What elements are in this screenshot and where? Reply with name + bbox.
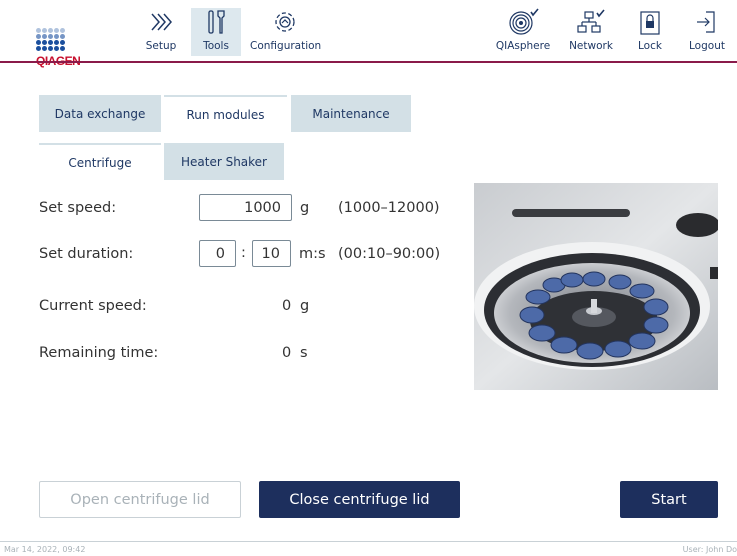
footer-user: User: John Do: [682, 545, 737, 554]
tab-data-exchange[interactable]: Data exchange: [39, 95, 161, 132]
setup-icon: [151, 13, 172, 31]
header-divider: [0, 61, 737, 63]
remaining-time-label: Remaining time:: [39, 345, 159, 361]
tab-maintenance[interactable]: Maintenance: [291, 95, 411, 132]
start-button[interactable]: Start: [620, 481, 718, 518]
tools-button[interactable]: Tools: [191, 8, 241, 56]
setup-label: Setup: [145, 40, 177, 52]
network-icon: [577, 9, 605, 33]
logout-icon: [697, 11, 715, 33]
tools-label: Tools: [203, 40, 229, 52]
qiagen-logo: QIAGEN: [22, 12, 81, 68]
set-speed-unit: g: [300, 200, 310, 216]
duration-unit: m:s: [299, 246, 326, 262]
subtab-centrifuge[interactable]: Centrifuge: [39, 143, 161, 180]
duration-minutes-input[interactable]: 0: [199, 240, 236, 267]
set-speed-input[interactable]: 1000: [199, 194, 292, 221]
tools-icon: [208, 10, 225, 34]
current-speed-value: 0: [282, 298, 292, 314]
qiasphere-label: QIAsphere: [495, 40, 551, 52]
centrifuge-image: [474, 183, 718, 390]
lock-label: Lock: [638, 40, 662, 52]
set-speed-range: (1000–12000): [338, 200, 440, 216]
set-duration-label: Set duration:: [39, 246, 134, 262]
remaining-time-unit: s: [300, 345, 308, 361]
configuration-button[interactable]: Configuration: [250, 8, 322, 56]
current-speed-unit: g: [300, 298, 310, 314]
network-button[interactable]: Network: [566, 8, 616, 56]
duration-seconds-input[interactable]: 10: [252, 240, 291, 267]
logo-dots-icon: [36, 28, 72, 52]
duration-separator: :: [241, 245, 246, 261]
top-bar: QIAGEN Setup Tools Configuration: [0, 0, 737, 68]
lock-icon: [640, 11, 660, 35]
configuration-label: Configuration: [250, 40, 322, 52]
logout-label: Logout: [689, 40, 725, 52]
qiasphere-button[interactable]: QIAsphere: [494, 8, 552, 56]
footer-divider: [0, 541, 737, 542]
current-speed-label: Current speed:: [39, 298, 147, 314]
set-speed-label: Set speed:: [39, 200, 117, 216]
footer-timestamp: Mar 14, 2022, 09:42: [4, 545, 86, 554]
tab-run-modules[interactable]: Run modules: [164, 95, 287, 132]
close-centrifuge-lid-button[interactable]: Close centrifuge lid: [259, 481, 460, 518]
setup-button[interactable]: Setup: [140, 8, 182, 56]
remaining-time-value: 0: [282, 345, 292, 361]
logout-button[interactable]: Logout: [685, 8, 729, 56]
lock-button[interactable]: Lock: [630, 8, 670, 56]
open-centrifuge-lid-button[interactable]: Open centrifuge lid: [39, 481, 241, 518]
subtab-heater-shaker[interactable]: Heater Shaker: [164, 143, 284, 180]
network-label: Network: [569, 40, 613, 52]
duration-range: (00:10–90:00): [338, 246, 441, 262]
qiasphere-icon: [509, 8, 539, 35]
gear-icon: [275, 12, 295, 32]
